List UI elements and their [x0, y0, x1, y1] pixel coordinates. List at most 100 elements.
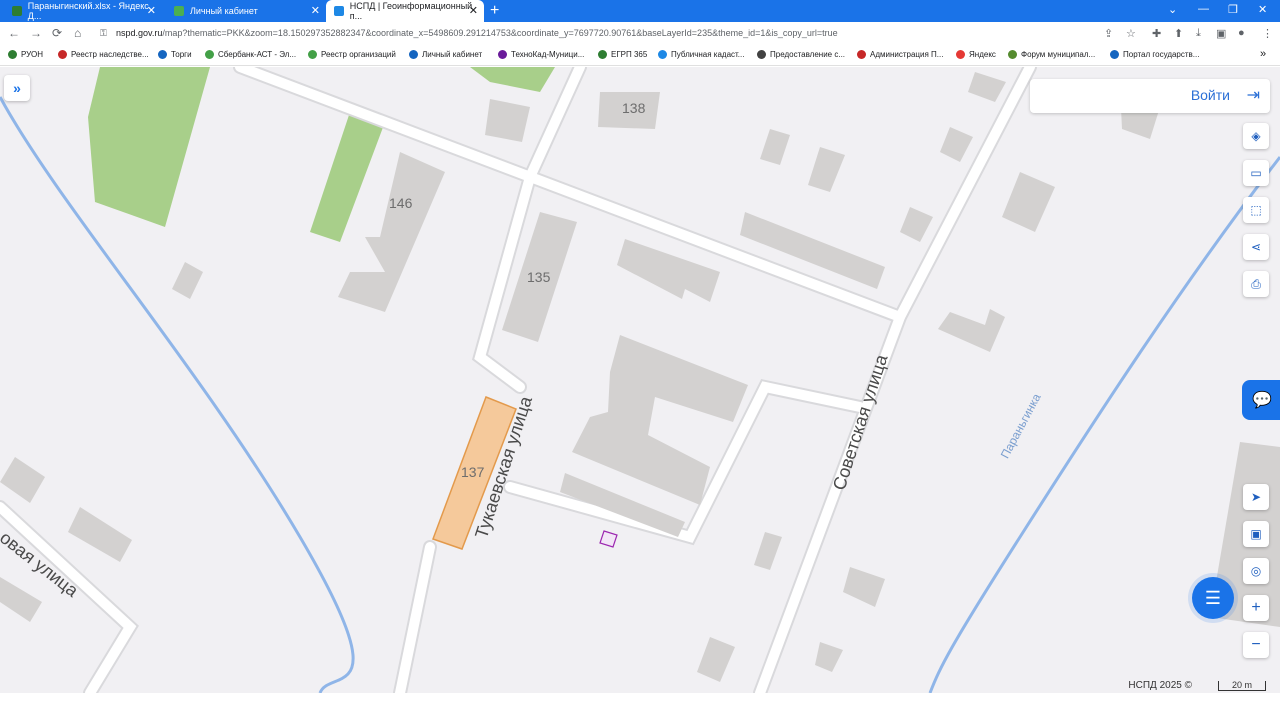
address-bar: ← → ⟳ ⌂ ⚿ nspd.gov.ru/map?thematic=PKK&z…: [0, 22, 1280, 46]
building: [1002, 172, 1055, 232]
bookmarks-overflow-icon[interactable]: »: [1260, 48, 1266, 60]
bookmark-item[interactable]: Портал государств...: [1110, 50, 1199, 59]
locate-button[interactable]: ➤: [1243, 484, 1269, 510]
bookmark-item[interactable]: Администрация П...: [857, 50, 943, 59]
side-panel-icon[interactable]: ▣: [1216, 27, 1226, 40]
bookmark-favicon-icon: [857, 50, 866, 59]
bookmark-item[interactable]: Публичная кадаст...: [658, 50, 744, 59]
bookmark-favicon-icon: [409, 50, 418, 59]
close-tab-icon[interactable]: ✕: [469, 4, 478, 17]
building-number: 137: [461, 464, 485, 480]
select-area-button[interactable]: ⬚: [1243, 197, 1269, 223]
building: [940, 127, 973, 162]
bookmark-favicon-icon: [1110, 50, 1119, 59]
bookmark-item[interactable]: РУОН: [8, 50, 43, 59]
bookmark-item[interactable]: Реестр организаций: [308, 50, 396, 59]
close-tab-icon[interactable]: ✕: [311, 4, 320, 17]
green-area: [310, 112, 385, 242]
building: [485, 99, 530, 142]
chat-tab-button[interactable]: 💬: [1242, 380, 1280, 420]
geolocation-button[interactable]: ◎: [1243, 558, 1269, 584]
bookmark-item[interactable]: Предоставление с...: [757, 50, 845, 59]
minimap-button[interactable]: ▣: [1243, 521, 1269, 547]
cadastral-parcel: [599, 530, 618, 548]
zoom-out-button[interactable]: −: [1243, 632, 1269, 658]
forward-icon[interactable]: →: [30, 26, 42, 40]
chat-bubble-button[interactable]: ☰: [1192, 577, 1234, 619]
river-line: [0, 96, 355, 693]
minimize-icon[interactable]: —: [1198, 3, 1209, 15]
building: [697, 637, 735, 682]
home-icon[interactable]: ⌂: [74, 26, 81, 40]
page-footer-strip: [0, 693, 1280, 710]
bookmark-item[interactable]: Реестр наследстве...: [58, 50, 149, 59]
browser-tab-strip: Параныгинский.xlsx - Яндекс Д... ✕ Личны…: [0, 0, 1280, 22]
shield-icon: [174, 6, 184, 16]
building: [68, 507, 132, 562]
building-number: 138: [622, 100, 646, 116]
map-canvas[interactable]: 138 146 135 137 Тукаевская улица Советск…: [0, 67, 1280, 693]
bookmark-item[interactable]: Форум муниципал...: [1008, 50, 1095, 59]
bookmark-item[interactable]: Торги: [158, 50, 192, 59]
bookmark-favicon-icon: [1008, 50, 1017, 59]
layers-button[interactable]: ◈: [1243, 123, 1269, 149]
zoom-in-button[interactable]: +: [1243, 595, 1269, 621]
building: [0, 457, 45, 503]
download-icon[interactable]: ⤓: [1196, 27, 1201, 40]
close-tab-icon[interactable]: ✕: [147, 4, 156, 17]
building: [968, 72, 1006, 102]
site-info-icon[interactable]: ⚿: [100, 28, 107, 39]
bookmark-item[interactable]: Личный кабинет: [409, 50, 482, 59]
bookmark-item[interactable]: Яндекс: [956, 50, 996, 59]
copyright-text: НСПД 2025 ©: [1128, 680, 1192, 691]
tab-label: Личный кабинет: [190, 6, 258, 16]
green-area: [470, 67, 555, 92]
building: [0, 577, 42, 622]
building: [808, 147, 845, 192]
login-panel: Войти ⇥: [1030, 79, 1270, 113]
building: [815, 642, 843, 672]
extension-icon[interactable]: ⬆: [1174, 27, 1183, 40]
building: [843, 567, 885, 607]
browser-tab-cabinet[interactable]: Личный кабинет ✕: [166, 0, 326, 22]
green-area: [88, 67, 210, 227]
bookmark-item[interactable]: ТехноКад-Муници...: [498, 50, 584, 59]
bookmark-favicon-icon: [757, 50, 766, 59]
building: [938, 309, 1005, 352]
bookmark-item[interactable]: ЕГРП 365: [598, 50, 647, 59]
menu-icon[interactable]: ⋮: [1262, 27, 1273, 40]
back-icon[interactable]: ←: [8, 26, 20, 40]
tab-search-icon[interactable]: ⌄: [1168, 3, 1177, 16]
extensions-icon[interactable]: ✚: [1152, 27, 1161, 40]
browser-tab-xlsx[interactable]: Параныгинский.xlsx - Яндекс Д... ✕: [4, 0, 162, 22]
reload-icon[interactable]: ⟳: [52, 26, 62, 40]
building: [900, 207, 933, 242]
bookmark-favicon-icon: [658, 50, 667, 59]
yandex-disk-icon: [12, 6, 22, 16]
bookmark-favicon-icon: [956, 50, 965, 59]
new-tab-button[interactable]: +: [490, 2, 499, 20]
share-button[interactable]: ⋖: [1243, 234, 1269, 260]
expand-sidebar-button[interactable]: »: [4, 75, 30, 101]
bookmark-favicon-icon: [8, 50, 17, 59]
login-icon[interactable]: ⇥: [1247, 85, 1260, 105]
tab-label: НСПД | Геоинформационный п...: [349, 1, 473, 21]
bookmark-favicon-icon: [498, 50, 507, 59]
login-button[interactable]: Войти: [1191, 87, 1230, 103]
building: [754, 532, 782, 570]
scale-bar: 20 m: [1218, 681, 1266, 691]
map-graphics: [0, 67, 1280, 693]
bookmark-favicon-icon: [58, 50, 67, 59]
building: [172, 262, 203, 299]
maximize-icon[interactable]: ❐: [1228, 3, 1238, 16]
profile-icon[interactable]: ●: [1238, 27, 1245, 39]
bookmark-item[interactable]: Сбербанк-АСТ - Эл...: [205, 50, 296, 59]
close-window-icon[interactable]: ✕: [1258, 3, 1267, 16]
ruler-button[interactable]: ▭: [1243, 160, 1269, 186]
browser-tab-nspd[interactable]: НСПД | Геоинформационный п... ✕: [326, 0, 484, 22]
bookmark-star-icon[interactable]: ☆: [1126, 27, 1136, 40]
building-number: 146: [389, 195, 413, 211]
url-field[interactable]: nspd.gov.ru/map?thematic=PKK&zoom=18.150…: [116, 28, 838, 38]
print-button[interactable]: ⎙: [1243, 271, 1269, 297]
share-icon[interactable]: ⇪: [1104, 27, 1113, 40]
